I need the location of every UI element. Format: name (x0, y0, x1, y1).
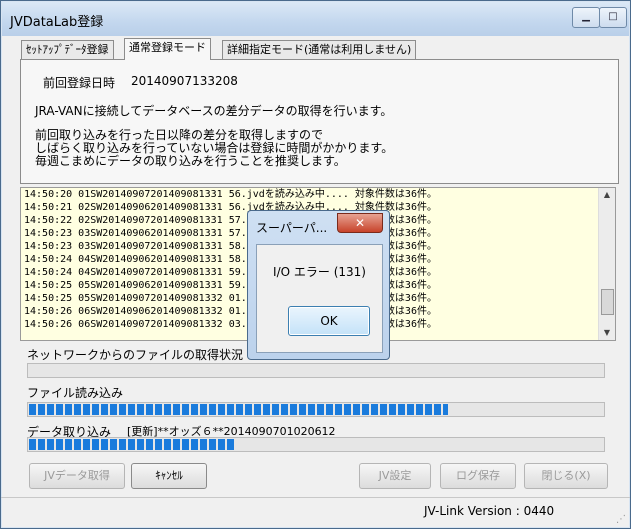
resize-grip-icon[interactable]: ⋰ (616, 514, 626, 525)
error-dialog: スーパーパ... ✕ I/O エラー (131) OK (247, 210, 390, 360)
last-reg-label: 前回登録日時 (43, 76, 116, 90)
minimize-icon: ▁ (582, 11, 590, 22)
maximize-button[interactable]: □ (599, 7, 627, 28)
tab-detail[interactable]: 詳細指定モード(通常は利用しません) (222, 40, 417, 59)
log-scrollbar[interactable]: ▲ ▼ (598, 188, 615, 340)
file-progress-bar (27, 402, 605, 417)
tab-panel: 前回登録日時 20140907133208 JRA-VANに接続してデータベース… (20, 59, 619, 184)
scroll-down-icon[interactable]: ▼ (599, 326, 615, 340)
minimize-button[interactable]: ▁ (572, 7, 600, 28)
last-reg-value: 20140907133208 (131, 74, 238, 88)
dialog-body: I/O エラー (131) OK (256, 244, 383, 353)
log-line: 14:50:20 01SW20140907201409081331 56.jvd… (24, 189, 437, 200)
scroll-up-icon[interactable]: ▲ (599, 188, 615, 202)
save-log-button[interactable]: ログ保存 (440, 463, 516, 489)
data-progress-fill (29, 439, 236, 450)
network-progress-bar (27, 363, 605, 378)
file-progress-fill (29, 404, 448, 415)
description-line: JRA-VANに接続してデータベースの差分データの取得を行います。 (35, 104, 393, 118)
file-progress-label: ファイル読み込み (27, 386, 124, 400)
close-app-button[interactable]: 閉じる(X) (524, 463, 608, 489)
scroll-thumb[interactable] (601, 289, 614, 315)
dialog-title: スーパーパ... (256, 221, 328, 235)
cancel-button[interactable]: ｷｬﾝｾﾙ (131, 463, 207, 489)
dialog-message: I/O エラー (131) (273, 265, 366, 279)
version-text: JV-Link Version : 0440 (424, 504, 555, 518)
window-title: JVDataLab登録 (10, 15, 104, 30)
description-line: 毎週こまめにデータの取り込みを行うことを推奨します。 (35, 154, 346, 168)
dialog-close-icon[interactable]: ✕ (337, 213, 383, 233)
jv-settings-button[interactable]: JV設定 (359, 463, 431, 489)
status-bar: JV-Link Version : 0440 ⋰ (1, 497, 630, 528)
tab-normal[interactable]: 通常登録モード (124, 38, 211, 60)
ok-button[interactable]: OK (288, 306, 370, 336)
title-bar[interactable]: JVDataLab登録 ▁ □ (2, 2, 629, 36)
maximize-icon: □ (608, 11, 618, 22)
tab-setup[interactable]: ｾｯﾄｱｯﾌﾟﾃﾞｰﾀ登録 (21, 40, 114, 59)
jv-fetch-button[interactable]: JVデータ取得 (29, 463, 125, 489)
network-progress-label: ネットワークからのファイルの取得状況 (27, 348, 244, 362)
data-progress-bar (27, 437, 605, 452)
